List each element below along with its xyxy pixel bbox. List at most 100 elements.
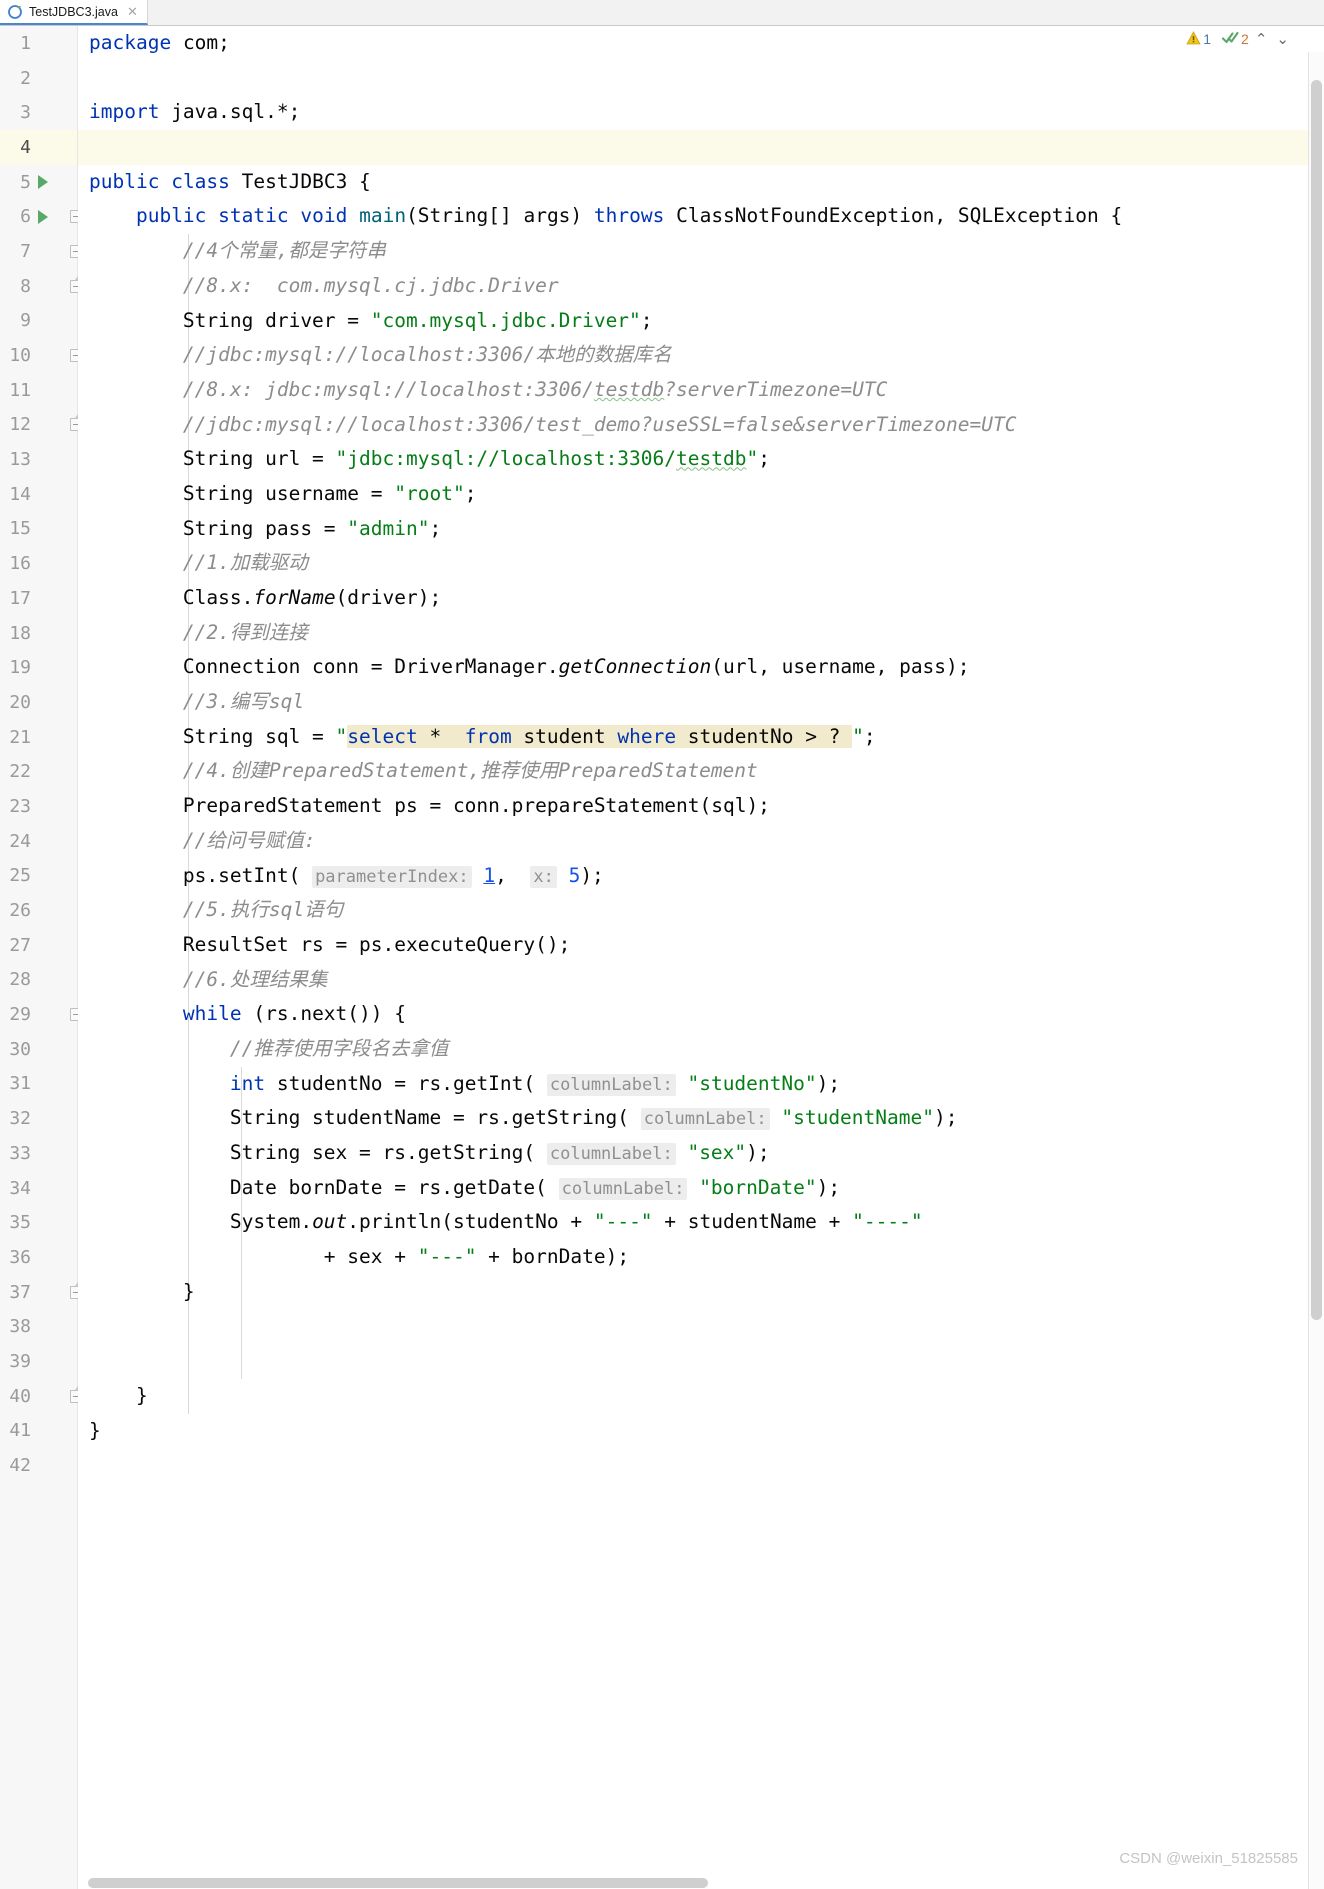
code-line-16[interactable]: //1.加载驱动 bbox=[78, 546, 1324, 581]
code-line-26[interactable]: //5.执行sql语句 bbox=[78, 893, 1324, 928]
code-line-13[interactable]: String url = "jdbc:mysql://localhost:330… bbox=[78, 442, 1324, 477]
line-number: 8 bbox=[20, 275, 31, 297]
code-line-14[interactable]: String username = "root"; bbox=[78, 477, 1324, 512]
code-line-23[interactable]: PreparedStatement ps = conn.prepareState… bbox=[78, 789, 1324, 824]
line-number: 28 bbox=[9, 969, 31, 991]
gutter-line: 10 bbox=[0, 338, 83, 373]
code-line-15[interactable]: String pass = "admin"; bbox=[78, 512, 1324, 547]
code-line-4[interactable] bbox=[78, 130, 1324, 165]
code-line-24[interactable]: //给问号赋值: bbox=[78, 824, 1324, 859]
code-line-31[interactable]: int studentNo = rs.getInt( columnLabel: … bbox=[78, 1067, 1324, 1102]
gutter-line: 39 bbox=[0, 1344, 77, 1379]
code-line-42[interactable] bbox=[78, 1448, 1324, 1483]
code-line-22[interactable]: //4.创建PreparedStatement,推荐使用PreparedStat… bbox=[78, 754, 1324, 789]
code-line-25[interactable]: ps.setInt( parameterIndex: 1, x: 5); bbox=[78, 859, 1324, 894]
code-line-27[interactable]: ResultSet rs = ps.executeQuery(); bbox=[78, 928, 1324, 963]
code-line-18[interactable]: //2.得到连接 bbox=[78, 616, 1324, 651]
line-number: 21 bbox=[9, 726, 31, 748]
scrollbar-thumb[interactable] bbox=[1311, 80, 1322, 1320]
gutter-line: 17 bbox=[0, 581, 77, 616]
line-number: 33 bbox=[9, 1142, 31, 1164]
run-method-icon[interactable] bbox=[38, 209, 48, 224]
code-line-40[interactable]: } bbox=[78, 1379, 1324, 1414]
horizontal-scrollbar[interactable] bbox=[88, 1877, 1306, 1889]
gutter-line: 5 bbox=[0, 165, 77, 200]
gutter-line: 7 bbox=[0, 234, 83, 269]
line-number: 3 bbox=[20, 102, 31, 124]
line-number: 9 bbox=[20, 310, 31, 332]
code-line-9[interactable]: String driver = "com.mysql.jdbc.Driver"; bbox=[78, 304, 1324, 339]
chevron-down-icon[interactable]: ⌄ bbox=[1273, 30, 1292, 48]
inlay-hint-columnlabel: columnLabel: bbox=[546, 1143, 676, 1165]
code-line-3[interactable]: import java.sql.*; bbox=[78, 95, 1324, 130]
code-line-30[interactable]: //推荐使用字段名去拿值 bbox=[78, 1032, 1324, 1067]
code-line-21[interactable]: String sql = "select * from student wher… bbox=[78, 720, 1324, 755]
code-line-35[interactable]: System.out.println(studentNo + "---" + s… bbox=[78, 1205, 1324, 1240]
code-line-1[interactable]: package com; bbox=[78, 26, 1324, 61]
code-line-34[interactable]: Date bornDate = rs.getDate( columnLabel:… bbox=[78, 1171, 1324, 1206]
chevron-up-icon[interactable]: ⌃ bbox=[1252, 30, 1271, 48]
code-line-37[interactable]: } bbox=[78, 1275, 1324, 1310]
code-line-38[interactable] bbox=[78, 1309, 1324, 1344]
code-line-20[interactable]: //3.编写sql bbox=[78, 685, 1324, 720]
gutter-line: 3 bbox=[0, 95, 77, 130]
gutter-line: 32 bbox=[0, 1101, 77, 1136]
editor-gutter[interactable]: 1 2 3 4 5 6 7 8 9 10 11 12 13 14 15 16 1… bbox=[0, 26, 83, 1889]
gutter-line: 35 bbox=[0, 1205, 77, 1240]
inlay-hint-parameterindex: parameterIndex: bbox=[312, 865, 472, 888]
gutter-line: 14 bbox=[0, 477, 77, 512]
warning-indicator[interactable]: 1 bbox=[1186, 30, 1211, 48]
gutter-line: 34 bbox=[0, 1171, 77, 1206]
code-line-29[interactable]: while (rs.next()) { bbox=[78, 997, 1324, 1032]
code-line-7[interactable]: //4个常量,都是字符串 bbox=[78, 234, 1324, 269]
gutter-line: 4 bbox=[0, 130, 77, 165]
run-class-icon[interactable] bbox=[38, 175, 48, 190]
code-line-28[interactable]: //6.处理结果集 bbox=[78, 963, 1324, 998]
code-line-41[interactable]: } bbox=[78, 1414, 1324, 1449]
gutter-line: 13 bbox=[0, 442, 77, 477]
code-line-5[interactable]: public class TestJDBC3 { bbox=[78, 165, 1324, 200]
editor-scrollbar[interactable] bbox=[1308, 52, 1324, 1889]
line-number: 6 bbox=[20, 206, 31, 228]
gutter-line: 16 bbox=[0, 546, 77, 581]
gutter-line: 31 bbox=[0, 1067, 77, 1102]
code-line-36[interactable]: + sex + "---" + bornDate); bbox=[78, 1240, 1324, 1275]
horizontal-scrollbar-thumb[interactable] bbox=[88, 1878, 708, 1888]
gutter-line: 11 bbox=[0, 373, 77, 408]
code-line-8[interactable]: //8.x: com.mysql.cj.jdbc.Driver bbox=[78, 269, 1324, 304]
inlay-hint-columnlabel: columnLabel: bbox=[546, 1073, 676, 1096]
gutter-line: 8 bbox=[0, 269, 83, 304]
code-editor[interactable]: 1 2 3 4 5 6 7 8 9 10 11 12 13 14 15 16 1… bbox=[0, 26, 1324, 1889]
tab-label: TestJDBC3.java bbox=[29, 4, 118, 19]
gutter-line: 36 bbox=[0, 1240, 77, 1275]
gutter-line: 30 bbox=[0, 1032, 77, 1067]
code-line-39[interactable] bbox=[78, 1344, 1324, 1379]
inspection-widget[interactable]: 1 2 ⌃ ⌄ bbox=[1186, 30, 1292, 48]
gutter-line: 23 bbox=[0, 789, 77, 824]
code-line-11[interactable]: //8.x: jdbc:mysql://localhost:3306/testd… bbox=[78, 373, 1324, 408]
line-number: 38 bbox=[9, 1316, 31, 1338]
gutter-line: 29 bbox=[0, 997, 83, 1032]
line-number: 11 bbox=[9, 379, 31, 401]
code-line-10[interactable]: //jdbc:mysql://localhost:3306/本地的数据库名 bbox=[78, 338, 1324, 373]
gutter-line: 27 bbox=[0, 928, 77, 963]
gutter-line: 41 bbox=[0, 1414, 77, 1449]
code-line-32[interactable]: String studentName = rs.getString( colum… bbox=[78, 1101, 1324, 1136]
line-number: 40 bbox=[9, 1385, 31, 1407]
inlay-hint-columnlabel: columnLabel: bbox=[558, 1177, 688, 1200]
line-number: 25 bbox=[9, 865, 31, 887]
line-number: 20 bbox=[9, 691, 31, 713]
code-line-6[interactable]: public static void main(String[] args) t… bbox=[78, 199, 1324, 234]
line-number: 34 bbox=[9, 1177, 31, 1199]
code-content[interactable]: package com; import java.sql.*; public c… bbox=[78, 26, 1324, 1889]
code-line-17[interactable]: Class.forName(driver); bbox=[78, 581, 1324, 616]
code-line-12[interactable]: //jdbc:mysql://localhost:3306/test_demo?… bbox=[78, 408, 1324, 443]
close-icon[interactable]: ✕ bbox=[127, 5, 138, 18]
tab-testjdbc3-java[interactable]: TestJDBC3.java ✕ bbox=[0, 0, 148, 25]
code-line-2[interactable] bbox=[78, 61, 1324, 96]
code-line-19[interactable]: Connection conn = DriverManager.getConne… bbox=[78, 650, 1324, 685]
inspections-ok-indicator[interactable]: 2 bbox=[1221, 31, 1249, 48]
gutter-line: 21 bbox=[0, 720, 77, 755]
code-line-33[interactable]: String sex = rs.getString( columnLabel: … bbox=[78, 1136, 1324, 1171]
gutter-line: 9 bbox=[0, 304, 77, 339]
